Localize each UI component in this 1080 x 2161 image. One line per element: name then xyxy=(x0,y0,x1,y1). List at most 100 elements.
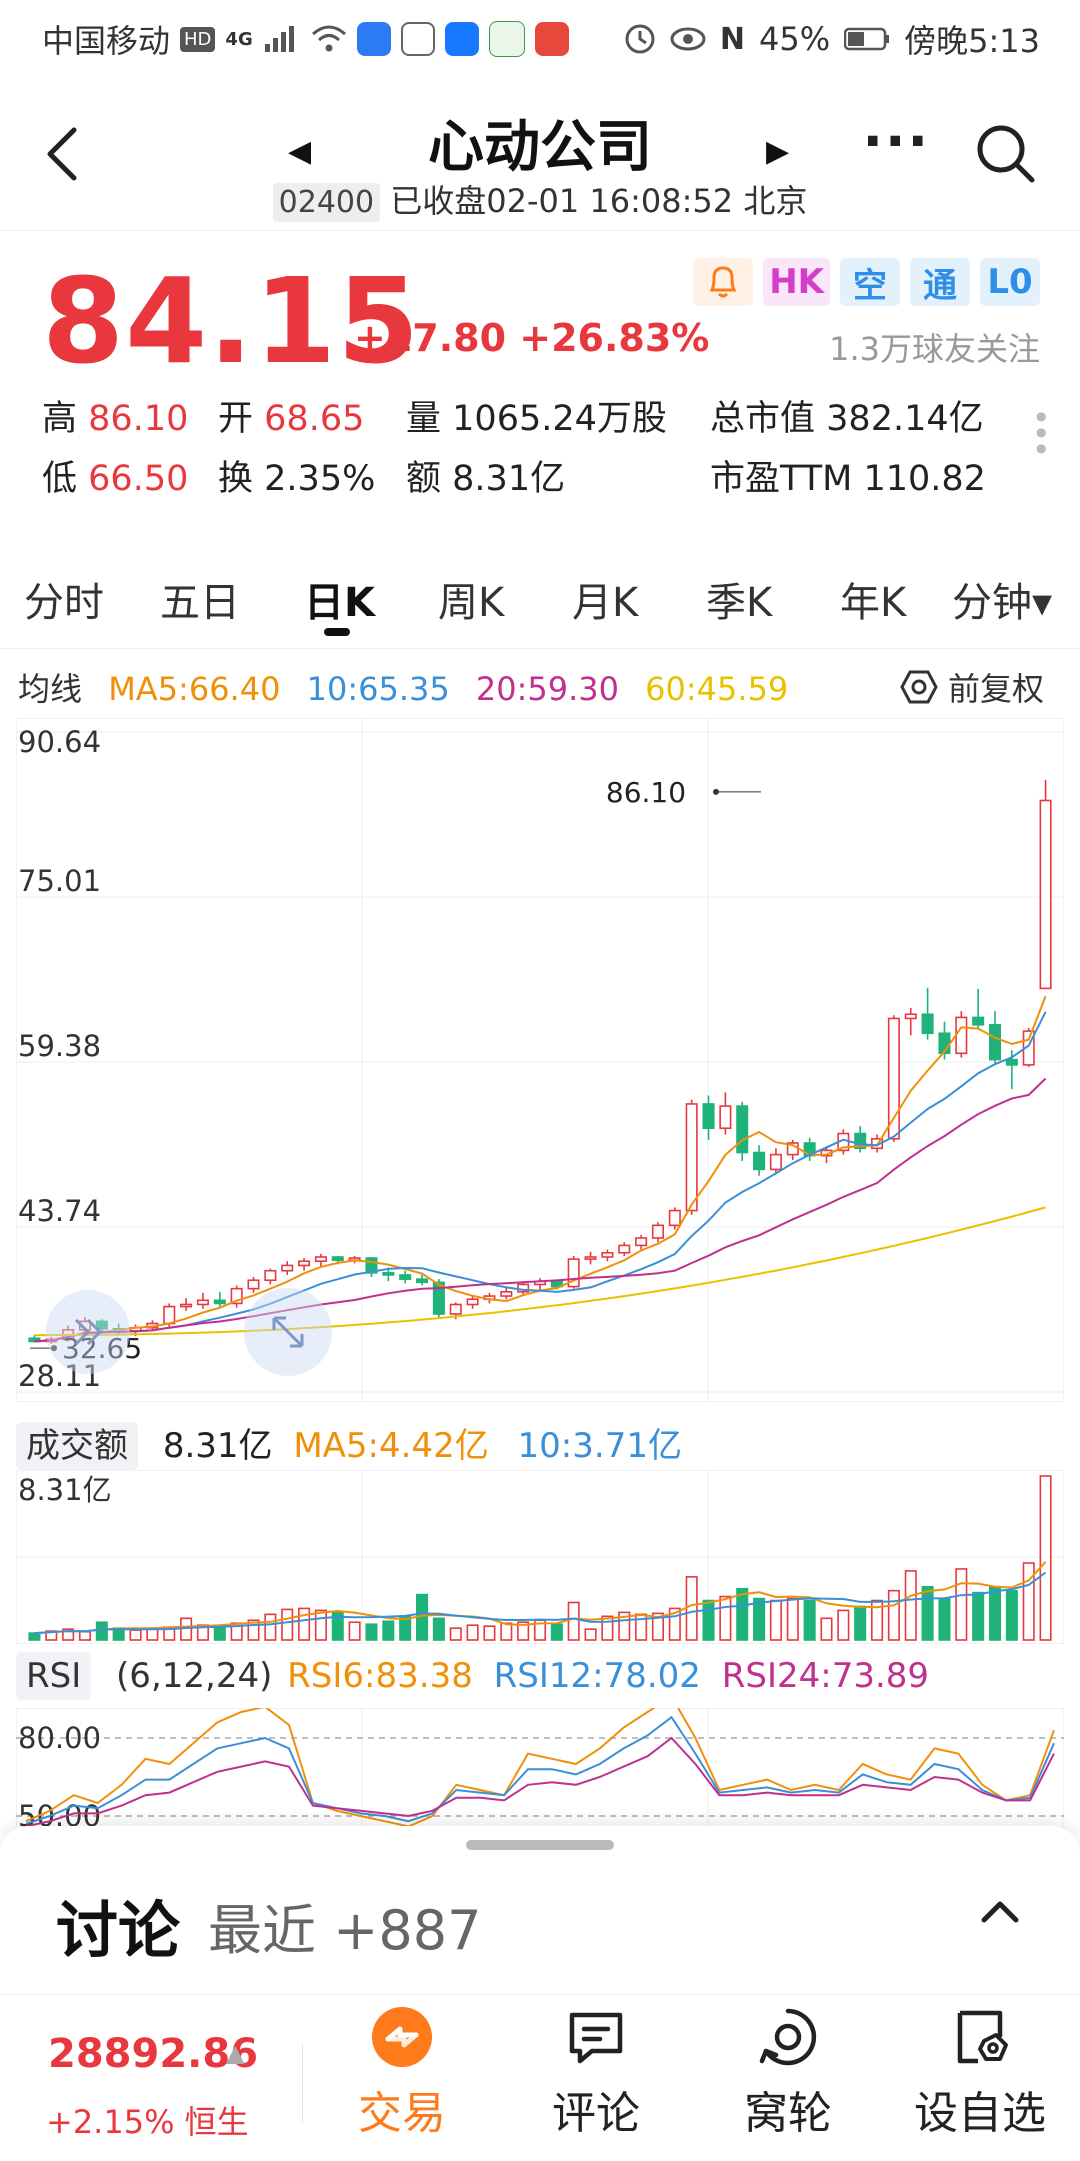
max-marker-dot xyxy=(713,788,719,795)
status-bar: 中国移动 HD 4G N 45% 傍晚5:13 xyxy=(0,0,1080,72)
candle-body xyxy=(921,1013,934,1035)
volume-value: 8.31亿 xyxy=(162,1426,273,1466)
badge-level[interactable]: L0 xyxy=(980,258,1040,306)
badge-short[interactable]: 空 xyxy=(840,258,900,306)
volume-bar xyxy=(736,1587,749,1641)
rsi12-value: RSI12:78.02 xyxy=(493,1656,701,1696)
volume-bar xyxy=(988,1585,1002,1641)
tab-minute[interactable]: 分钟▾ xyxy=(952,570,1052,628)
nav-add-watchlist[interactable]: 设自选 xyxy=(890,2005,1070,2141)
candle-body xyxy=(213,1299,226,1305)
mobile-app-icon xyxy=(488,21,525,57)
volume-axis-label: 8.31亿 xyxy=(18,1473,112,1507)
followers-count[interactable]: 1.3万球友关注 xyxy=(829,324,1040,370)
discussion-recent-count: 最近 +887 xyxy=(208,1899,482,1962)
more-stats-handle-icon[interactable]: ● ● ● xyxy=(1036,408,1046,456)
volume-bar xyxy=(972,1591,985,1641)
volume-bar xyxy=(601,1615,614,1641)
volume-bar xyxy=(803,1599,816,1641)
nav-warrant[interactable]: 窝轮 xyxy=(698,2005,878,2141)
nav-trade[interactable]: 交易 xyxy=(312,2005,492,2141)
index-up-icon: ▲ xyxy=(226,2039,245,2067)
y-axis-label: 59.38 xyxy=(18,1029,101,1063)
candle-body xyxy=(298,1260,311,1267)
chart-frame xyxy=(16,1708,1064,1828)
alert-bell-icon[interactable] xyxy=(693,258,754,306)
tab-monthly-k[interactable]: 月K xyxy=(572,570,638,628)
index-change[interactable]: +2.15% 恒生 xyxy=(46,2097,249,2143)
badge-connect[interactable]: 通 xyxy=(910,258,970,306)
candle-body xyxy=(635,1237,648,1247)
y-axis-label: 75.01 xyxy=(18,864,101,898)
candle-body xyxy=(449,1303,462,1315)
volume-bar xyxy=(78,1630,92,1641)
volume-bar xyxy=(921,1585,934,1641)
tab-quarterly-k[interactable]: 季K xyxy=(706,570,772,628)
more-icon[interactable]: ··· xyxy=(862,110,930,173)
candle-body xyxy=(651,1224,664,1239)
prev-stock-icon[interactable]: ◀ xyxy=(288,134,311,169)
chevron-up-icon[interactable] xyxy=(978,1896,1022,1926)
ma-label: 均线 xyxy=(18,670,83,708)
candle-body xyxy=(955,1016,968,1055)
rsi12-line xyxy=(25,1715,1055,1825)
volume-legend: 成交额 8.31亿 MA5:4.42亿 10:3.71亿 xyxy=(16,1418,682,1470)
volume-bar xyxy=(382,1620,395,1641)
volume-bar xyxy=(820,1617,833,1641)
rsi-label[interactable]: RSI xyxy=(16,1652,92,1700)
volume-bar xyxy=(466,1624,479,1641)
candle-body xyxy=(331,1256,344,1261)
volume-bar xyxy=(938,1597,951,1641)
market-status: 已收盘02-01 16:08:52 北京 xyxy=(390,182,808,220)
alipay-icon xyxy=(444,22,479,56)
rsi24-value: RSI24:73.89 xyxy=(721,1656,930,1696)
adjust-toggle[interactable]: 前复权 xyxy=(900,664,1044,710)
volume-label[interactable]: 成交额 xyxy=(16,1422,138,1470)
stat-pe-ttm: 市盈TTM 110.82 xyxy=(710,459,986,499)
candle-body xyxy=(399,1274,412,1280)
volume-bar xyxy=(584,1628,597,1641)
candle-body xyxy=(247,1279,260,1290)
discussion-title: 讨论 xyxy=(56,1894,181,1967)
nav-add-watchlist-label: 设自选 xyxy=(914,2088,1046,2139)
price-change: +17.80 +26.83% xyxy=(354,316,710,360)
divider xyxy=(302,2043,303,2123)
tab-yearly-k[interactable]: 年K xyxy=(840,570,906,628)
ma20-value: 20:59.30 xyxy=(475,670,619,708)
sheet-drag-handle[interactable] xyxy=(466,1840,614,1850)
wifi-icon xyxy=(311,25,346,52)
tab-weekly-k[interactable]: 周K xyxy=(438,570,504,628)
volume-bar xyxy=(702,1599,715,1641)
comment-icon xyxy=(569,2012,623,2064)
period-tabs: 分时 五日 日K 周K 月K 季K 年K 分钟▾ xyxy=(0,560,1080,630)
carrier-name: 中国移动 xyxy=(42,22,171,60)
candle-body xyxy=(685,1103,698,1212)
nav-comment[interactable]: 评论 xyxy=(506,2005,686,2141)
volume-bar xyxy=(753,1597,766,1641)
candle-body xyxy=(618,1244,631,1254)
rsi-params: (6,12,24) xyxy=(116,1656,273,1696)
candle-body xyxy=(416,1278,429,1284)
candle-body xyxy=(753,1151,766,1171)
volume-ma5: MA5:4.42亿 xyxy=(293,1426,489,1466)
rsi-chart[interactable]: 80.0050.00 xyxy=(16,1708,1064,1828)
volume-bar xyxy=(314,1609,327,1641)
volume-bar xyxy=(500,1622,513,1641)
settings-hex-icon xyxy=(900,670,938,704)
candle-body xyxy=(264,1269,277,1282)
tab-intraday[interactable]: 分时 xyxy=(24,570,104,628)
stat-high: 高 86.10 xyxy=(42,399,189,439)
volume-bar xyxy=(837,1609,850,1641)
bottom-navigation: 28892.86 ▲ +2.15% 恒生 交易 评论 窝轮 设自选 xyxy=(0,1994,1080,2161)
discussion-sheet[interactable]: 讨论 最近 +887 xyxy=(0,1826,1080,1994)
kline-chart[interactable]: 90.6475.0159.3843.7428.1186.1032.65 xyxy=(16,718,1064,1402)
volume-bar xyxy=(281,1608,294,1641)
badge-hk[interactable]: HK xyxy=(763,258,830,306)
volume-chart[interactable]: 8.31亿 xyxy=(16,1470,1064,1644)
tab-daily-k[interactable]: 日K xyxy=(304,570,375,628)
tab-five-day[interactable]: 五日 xyxy=(160,570,240,628)
volume-bar xyxy=(28,1632,41,1641)
search-icon[interactable] xyxy=(974,122,1036,184)
stock-header: 心动公司 ◀ ▶ 02400 已收盘02-01 16:08:52 北京 ··· xyxy=(0,90,1080,231)
next-stock-icon[interactable]: ▶ xyxy=(766,134,789,169)
